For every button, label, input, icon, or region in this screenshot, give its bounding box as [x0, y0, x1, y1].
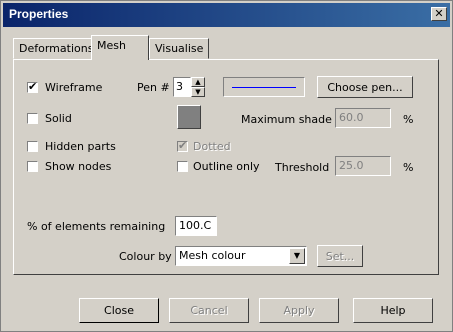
dotted-checkbox: ✔ [177, 139, 188, 152]
properties-dialog: Properties ✕ Deformations Mesh Visualise… [0, 0, 453, 332]
choose-pen-button[interactable]: Choose pen... [317, 76, 413, 98]
pen-label: Pen # [137, 81, 170, 94]
check-icon: ✔ [28, 80, 38, 93]
tab-label: Mesh [97, 39, 126, 52]
hidden-parts-label: Hidden parts [45, 140, 116, 153]
close-button[interactable]: Close [79, 298, 159, 323]
max-shade-field[interactable]: 60.0 [335, 108, 391, 128]
pen-spinner[interactable]: ▲ ▼ [191, 77, 205, 97]
tab-mesh[interactable]: Mesh [91, 35, 149, 60]
threshold-label: Threshold [275, 161, 330, 174]
show-nodes-label: Show nodes [45, 160, 112, 173]
apply-button: Apply [259, 298, 339, 323]
tab-visualise[interactable]: Visualise [149, 38, 209, 59]
pen-line-sample [232, 87, 296, 88]
outline-only-checkbox[interactable] [177, 161, 188, 172]
colour-by-value: Mesh colour [179, 249, 246, 262]
wireframe-label: Wireframe [45, 81, 103, 94]
elements-remaining-field[interactable]: 100.C [175, 216, 217, 236]
help-button[interactable]: Help [353, 298, 433, 323]
colour-by-select[interactable]: Mesh colour ▼ [175, 246, 307, 266]
spin-up-icon[interactable]: ▲ [191, 77, 205, 87]
set-colour-label: Set... [325, 250, 355, 263]
pen-number-field[interactable]: 3 [173, 77, 191, 97]
dotted-label: Dotted [193, 140, 231, 153]
solid-checkbox[interactable] [27, 113, 38, 124]
hidden-parts-checkbox[interactable] [27, 141, 38, 152]
shade-colour-swatch[interactable] [177, 105, 201, 129]
threshold-unit: % [403, 161, 414, 174]
colour-by-label: Colour by [119, 250, 172, 263]
outline-only-label: Outline only [193, 160, 260, 173]
spin-down-icon[interactable]: ▼ [191, 87, 205, 97]
apply-label: Apply [283, 304, 315, 317]
pen-preview [223, 77, 305, 97]
close-icon[interactable]: ✕ [431, 7, 447, 21]
title-bar[interactable]: Properties ✕ [3, 3, 450, 27]
max-shade-unit: % [403, 113, 414, 126]
window-title: Properties [9, 7, 69, 21]
max-shade-label: Maximum shade [241, 113, 332, 126]
check-icon: ✔ [178, 139, 188, 152]
threshold-field[interactable]: 25.0 [335, 156, 391, 176]
chevron-down-icon[interactable]: ▼ [289, 248, 305, 264]
elements-remaining-label: % of elements remaining [27, 220, 166, 233]
set-colour-button: Set... [317, 245, 363, 267]
tab-label: Visualise [155, 42, 204, 55]
tab-deformations[interactable]: Deformations [13, 38, 93, 59]
wireframe-checkbox[interactable]: ✔ [27, 80, 38, 93]
cancel-button: Cancel [169, 298, 249, 323]
cancel-label: Cancel [190, 304, 228, 317]
show-nodes-checkbox[interactable] [27, 161, 38, 172]
solid-label: Solid [45, 112, 72, 125]
tab-label: Deformations [19, 42, 94, 55]
